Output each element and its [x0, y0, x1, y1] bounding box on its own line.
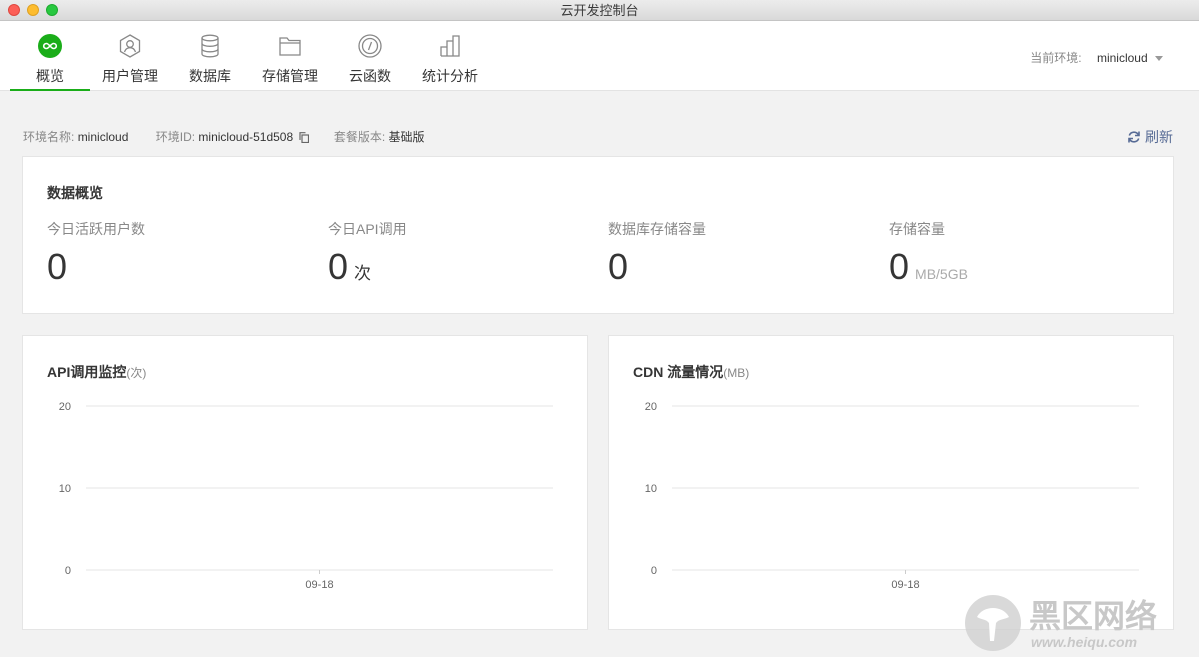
y-tick-label: 20: [645, 401, 657, 413]
y-tick-label: 0: [651, 565, 657, 577]
metric-value: 0: [47, 246, 68, 287]
metric-unit: MB/5GB: [915, 266, 968, 282]
metric-label: 存储容量: [889, 221, 945, 237]
y-tick-label: 20: [59, 401, 71, 413]
copy-icon[interactable]: [298, 132, 309, 144]
nav-item-label: 概览: [36, 68, 64, 84]
plan-label: 套餐版本:: [333, 130, 386, 144]
infinity-icon: [38, 34, 62, 58]
refresh-button[interactable]: 刷新: [1127, 127, 1173, 147]
metric-storage-capacity: 存储容量 0 MB/5GB: [889, 219, 968, 294]
nav-item-analytics[interactable]: 统计分析: [410, 21, 490, 91]
folder-icon: [279, 37, 301, 56]
metric-active-users: 今日活跃用户数 0: [47, 219, 145, 287]
api-monitor-card: API调用监控(次) 20 10 0 09-18: [22, 335, 588, 630]
database-icon: [201, 34, 219, 58]
env-id-value: minicloud-51d508: [198, 130, 294, 144]
x-tick-label: 09-18: [305, 579, 333, 591]
metric-value: 0: [608, 246, 629, 287]
metric-value-row: 0次: [328, 247, 407, 294]
api-line-chart: 20 10 0 09-18: [59, 401, 553, 591]
nav-item-overview[interactable]: 概览: [10, 21, 90, 91]
metric-database-storage: 数据库存储容量 0: [608, 219, 706, 287]
nav-item-users[interactable]: 用户管理: [90, 21, 170, 91]
nav-item-label: 云函数: [349, 68, 391, 84]
refresh-icon: [1128, 131, 1140, 143]
y-tick-label: 10: [59, 483, 71, 495]
nav-item-label: 存储管理: [262, 68, 318, 84]
environment-selector[interactable]: 当前环境: minicloud: [1030, 49, 1163, 66]
nav-item-label: 数据库: [189, 68, 231, 84]
environment-label: 当前环境:: [1030, 51, 1082, 65]
x-tick-label: 09-18: [891, 579, 919, 591]
metric-value: 0: [889, 246, 910, 287]
metric-label: 数据库存储容量: [608, 221, 706, 237]
heiqu-watermark-logo: 黑区网络 www.heiqu.com: [965, 595, 1157, 651]
svg-text:黑区网络: 黑区网络: [1029, 598, 1157, 634]
nav-item-label: 统计分析: [422, 68, 478, 84]
window-titlebar: 云开发控制台: [0, 0, 1199, 21]
window-title: 云开发控制台: [560, 3, 639, 18]
user-icon: [119, 34, 141, 58]
nav-item-storage[interactable]: 存储管理: [250, 21, 330, 91]
top-nav: 概览 用户管理 数据库 存储管理 云函数 统计分析 当前环境: miniclou…: [0, 21, 1199, 91]
overview-title: 数据概览: [47, 185, 103, 201]
environment-value: minicloud: [1096, 51, 1148, 65]
close-window-button[interactable]: [8, 4, 20, 16]
metric-value-row: 0: [608, 247, 706, 287]
cdn-line-chart: 20 10 0 09-18: [645, 401, 1139, 591]
metric-value-row: 0 MB/5GB: [889, 247, 968, 294]
metric-value-row: 0: [47, 247, 145, 287]
y-tick-label: 0: [65, 565, 71, 577]
svg-text:www.heiqu.com: www.heiqu.com: [1031, 634, 1137, 650]
metric-value: 0: [328, 246, 349, 287]
metric-label: 今日活跃用户数: [47, 221, 145, 237]
metric-unit: 次: [354, 264, 372, 283]
env-name-label: 环境名称:: [23, 130, 75, 144]
y-tick-label: 10: [645, 483, 657, 495]
environment-info: 环境名称: minicloud 环境ID: minicloud-51d508 套…: [23, 128, 449, 145]
data-overview-card: 数据概览 今日活跃用户数 0 今日API调用 0次 数据库存储容量 0 存储容量…: [22, 156, 1174, 314]
nav-item-database[interactable]: 数据库: [170, 21, 250, 91]
cdn-traffic-card: CDN 流量情况(MB) 20 10 0 09-18: [608, 335, 1174, 630]
function-icon: [358, 34, 382, 58]
metric-api-calls: 今日API调用 0次: [328, 219, 407, 294]
nav-item-label: 用户管理: [102, 68, 158, 84]
bar-chart-icon: [440, 35, 460, 57]
nav-item-functions[interactable]: 云函数: [330, 21, 410, 91]
minimize-window-button[interactable]: [27, 4, 39, 16]
plan-value: 基础版: [388, 130, 425, 144]
chevron-down-icon: [1155, 56, 1163, 62]
env-id-label: 环境ID:: [155, 130, 196, 144]
metric-label: 今日API调用: [328, 221, 407, 237]
env-name-value: minicloud: [77, 130, 129, 144]
refresh-label: 刷新: [1145, 129, 1173, 145]
maximize-window-button[interactable]: [46, 4, 58, 16]
